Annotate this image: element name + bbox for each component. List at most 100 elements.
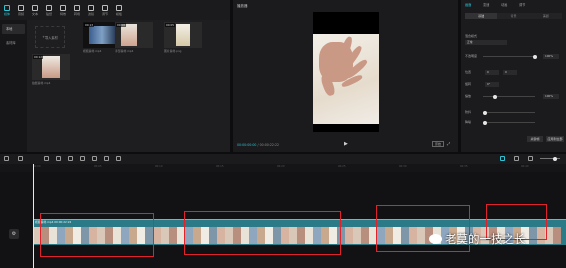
tool-label: 调节 bbox=[101, 11, 108, 16]
position-x-input[interactable]: 0 bbox=[485, 70, 499, 75]
tool-template[interactable]: 模板 bbox=[112, 0, 126, 20]
opacity-value[interactable]: 100% bbox=[543, 54, 559, 59]
select-tool-icon[interactable] bbox=[4, 156, 9, 161]
clip-duration: 00:08 bbox=[116, 23, 127, 27]
stabilize-label: 防抖 bbox=[465, 110, 472, 114]
delete-icon[interactable] bbox=[56, 156, 61, 161]
ruler-tick: 00:40 bbox=[521, 165, 529, 168]
snap-icon[interactable] bbox=[500, 156, 505, 161]
clip-name: 图片素材.png bbox=[164, 49, 182, 53]
adjust-icon bbox=[102, 4, 108, 11]
keyframe-button[interactable]: 关键帧 bbox=[527, 136, 543, 142]
property-subtab[interactable]: 基础 bbox=[465, 13, 498, 19]
preview-photo bbox=[313, 34, 379, 124]
tool-label: 特效 bbox=[59, 11, 66, 16]
highlight-box bbox=[184, 211, 341, 255]
link-icon[interactable] bbox=[514, 156, 519, 161]
property-tab[interactable]: 调节 bbox=[519, 0, 537, 10]
clip-duration: 00:12 bbox=[33, 55, 44, 59]
clip-thumbnail bbox=[121, 24, 137, 46]
tool-transition[interactable]: 转场 bbox=[70, 0, 84, 20]
tool-label: 媒体 bbox=[3, 11, 10, 16]
tool-audio[interactable]: 音频 bbox=[14, 0, 28, 20]
transition-icon bbox=[74, 4, 80, 11]
preview-axis-icon[interactable] bbox=[528, 156, 533, 161]
player-title: 播放器 bbox=[237, 4, 248, 8]
media-clip[interactable]: 00:05 图片素材.png bbox=[164, 22, 202, 53]
media-clip[interactable]: 00:08 手部素材.mp4 bbox=[115, 22, 153, 53]
clip-name: 视频素材.mp4 bbox=[83, 49, 102, 53]
clip-frame bbox=[345, 227, 353, 244]
rotate-icon[interactable] bbox=[104, 156, 109, 161]
undo-icon[interactable] bbox=[18, 156, 23, 161]
opacity-label: 不透明度 bbox=[465, 54, 478, 58]
position-y-input[interactable]: 0 bbox=[503, 70, 517, 75]
play-icon[interactable]: ▶ bbox=[344, 141, 348, 147]
tool-text[interactable]: 文本 bbox=[28, 0, 42, 20]
reverse-icon[interactable] bbox=[80, 156, 85, 161]
ratio-button[interactable]: 原始 bbox=[432, 141, 445, 147]
property-subtab[interactable]: 背景 bbox=[497, 13, 529, 19]
clip-thumbnail bbox=[42, 56, 60, 78]
mirror-icon[interactable] bbox=[92, 156, 97, 161]
sidebar-item-local[interactable]: 本地 bbox=[2, 24, 25, 34]
freeze-icon[interactable] bbox=[68, 156, 73, 161]
slider-knob bbox=[483, 110, 487, 115]
slider-knob bbox=[493, 94, 497, 99]
timeline-ruler[interactable]: 00:00 00:05 00:10 00:15 00:20 00:25 00:30 00:35… bbox=[0, 164, 566, 172]
sticker-icon bbox=[46, 4, 52, 11]
clip-frame bbox=[169, 227, 177, 244]
track-settings-icon[interactable]: ⚙ bbox=[9, 229, 19, 239]
rotate-input[interactable]: 0° bbox=[485, 82, 499, 87]
slider-knob bbox=[533, 54, 537, 59]
watermark-text: 老莫的一技之长 bbox=[445, 232, 526, 246]
audio-icon bbox=[18, 4, 24, 11]
denoise-slider[interactable] bbox=[483, 120, 535, 125]
filter-icon bbox=[88, 4, 94, 11]
media-bin: + 导入素材 00:13 视频素材.mp4 00:08 手部素材.mp4 00:… bbox=[27, 20, 230, 152]
ruler-tick: 00:20 bbox=[277, 165, 285, 168]
fullscreen-icon[interactable]: ⤢ bbox=[447, 141, 450, 146]
crop-icon[interactable] bbox=[116, 156, 121, 161]
stabilize-slider[interactable] bbox=[483, 110, 535, 115]
playhead[interactable] bbox=[33, 164, 34, 268]
import-button[interactable]: + 导入素材 bbox=[35, 26, 65, 48]
opacity-slider[interactable] bbox=[483, 54, 537, 59]
timecode: 00:00:00:00 / 00:00:22:22 bbox=[237, 143, 280, 147]
tool-sticker[interactable]: 贴纸 bbox=[42, 0, 56, 20]
clip-frame bbox=[153, 227, 161, 244]
tool-effects[interactable]: 特效 bbox=[56, 0, 70, 20]
rotate-label: 旋转 bbox=[465, 82, 472, 86]
zoom-slider[interactable] bbox=[540, 156, 560, 161]
property-tab[interactable]: 动画 bbox=[501, 0, 519, 10]
ruler-tick: 00:00 bbox=[33, 165, 41, 168]
property-tab[interactable]: 画面 bbox=[465, 0, 483, 10]
effects-icon bbox=[60, 4, 66, 11]
tool-media[interactable]: 媒体 bbox=[0, 0, 14, 20]
property-tab[interactable]: 变速 bbox=[483, 0, 501, 10]
clip-frame bbox=[553, 227, 561, 244]
media-clip[interactable]: 00:12 拍摄素材.mp4 bbox=[32, 54, 70, 85]
player-panel: 播放器 00:00:00:00 / 00:00:22:22 ▶ 原始 ⤢ bbox=[233, 0, 458, 152]
blend-select[interactable]: 正常 bbox=[465, 40, 507, 45]
split-icon[interactable] bbox=[44, 156, 49, 161]
tool-label: 转场 bbox=[73, 11, 80, 16]
property-subtab[interactable]: 美颜 bbox=[530, 13, 562, 19]
tool-filter[interactable]: 滤镜 bbox=[84, 0, 98, 20]
apply-all-button[interactable]: 应用到全部 bbox=[546, 136, 564, 142]
clip-name: 手部素材.mp4 bbox=[115, 49, 134, 53]
scale-value[interactable]: 100% bbox=[543, 94, 559, 99]
tool-adjust[interactable]: 调节 bbox=[98, 0, 112, 20]
ruler-tick: 00:15 bbox=[216, 165, 224, 168]
properties-panel: 画面 变速 动画 调节 基础 背景 美颜 混合模式 正常 不透明度 100% 位置 0 0… bbox=[461, 0, 566, 152]
clip-name: 拍摄素材.mp4 bbox=[32, 81, 51, 85]
template-icon bbox=[116, 4, 122, 11]
clip-thumbnail bbox=[176, 24, 190, 46]
media-toolbar: 媒体 音频 文本 贴纸 特效 转场 滤镜 调节 模板 bbox=[0, 0, 230, 20]
scale-slider[interactable] bbox=[483, 94, 535, 99]
video-preview[interactable] bbox=[313, 12, 379, 132]
text-icon bbox=[32, 4, 38, 11]
timecode-current: 00:00:00:00 bbox=[237, 143, 257, 147]
sidebar-item-library[interactable]: 素材库 bbox=[2, 38, 25, 48]
ruler-tick: 00:30 bbox=[399, 165, 407, 168]
